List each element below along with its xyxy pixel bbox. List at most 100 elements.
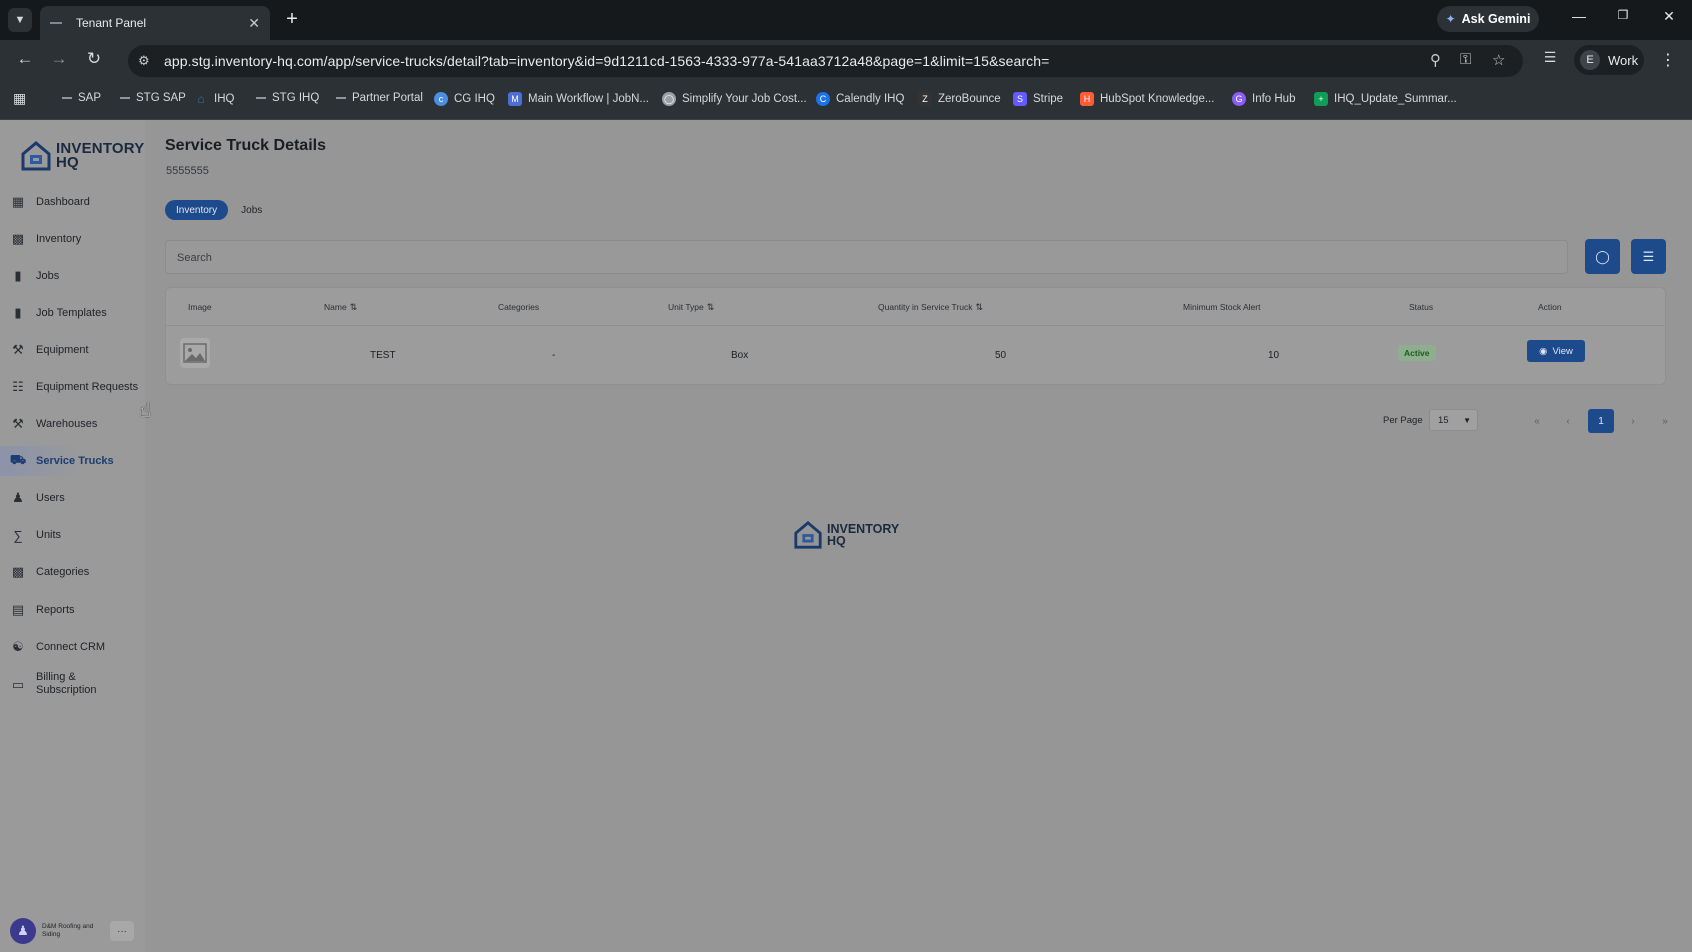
user-profile[interactable]: ♟ D&M Roofing and Siding ··· (10, 916, 135, 946)
sidebar-item-label: Equipment (36, 344, 89, 356)
detail-tabs: Inventory Jobs (165, 200, 273, 220)
bookmark-item[interactable]: C Calendly IHQ (816, 92, 904, 106)
media-controls-icon[interactable]: ☰ (1539, 49, 1561, 66)
sidebar: INVENTORY HQ ▦ Dashboard ▩ Inventory ▮ Jobs … (0, 120, 145, 952)
bookmark-item[interactable]: + IHQ_Update_Summar... (1314, 92, 1457, 106)
cell-unit-type: Box (731, 350, 749, 361)
image-placeholder-icon (180, 338, 210, 368)
column-header-quantity[interactable]: Quantity in Service Truck ⇅ (878, 302, 983, 313)
sort-icon[interactable]: ⇅ (707, 302, 715, 312)
sidebar-item-label: Connect CRM (36, 641, 106, 653)
column-header-name[interactable]: Name ⇅ (324, 302, 357, 313)
last-page-button[interactable]: » (1652, 409, 1678, 433)
sidebar-item-connect-crm[interactable]: ☯ Connect CRM (10, 632, 145, 662)
sidebar-item-equipment[interactable]: ⚒ Equipment (10, 335, 145, 365)
reports-icon: ▤ (11, 602, 25, 617)
bookmark-item[interactable]: c CG IHQ (434, 92, 495, 106)
bookmark-item[interactable]: ⌂ IHQ (194, 92, 234, 106)
per-page-select[interactable]: 15 ▼ (1429, 409, 1478, 431)
column-header-unit-type[interactable]: Unit Type ⇅ (668, 302, 714, 313)
profile-chip[interactable]: E Work (1574, 45, 1644, 75)
bookmark-star-icon[interactable]: ☆ (1492, 51, 1505, 69)
page-title: Service Truck Details (165, 137, 326, 154)
search-button[interactable]: ◯ (1585, 239, 1620, 274)
ask-gemini-button[interactable]: ✦ Ask Gemini (1437, 6, 1539, 32)
restore-icon[interactable]: ❐ (1611, 8, 1635, 22)
bookmark-item[interactable]: ◯ Simplify Your Job Cost... (662, 92, 807, 106)
app-window: INVENTORY HQ ▦ Dashboard ▩ Inventory ▮ Jobs … (0, 120, 1692, 952)
bookmark-item[interactable]: H HubSpot Knowledge... (1080, 92, 1214, 106)
sidebar-item-job-templates[interactable]: ▮ Job Templates (10, 298, 145, 328)
bookmark-favicon-icon (120, 97, 130, 99)
app-logo[interactable]: INVENTORY HQ (20, 140, 144, 172)
sidebar-item-service-trucks[interactable]: ⛟ Service Trucks (0, 446, 135, 476)
sidebar-item-jobs[interactable]: ▮ Jobs (10, 261, 145, 291)
column-header-min-stock: Minimum Stock Alert (1183, 302, 1261, 312)
status-badge: Active (1398, 345, 1436, 361)
profile-avatar: E (1580, 50, 1600, 70)
bookmark-item[interactable]: G Info Hub (1232, 92, 1295, 106)
hubspot-icon: H (1080, 92, 1094, 106)
prev-page-button[interactable]: ‹ (1555, 409, 1581, 433)
inventory-hq-logo-icon (794, 520, 822, 549)
filter-button[interactable]: ☰ (1631, 239, 1666, 274)
bookmark-item[interactable]: SAP (62, 92, 101, 104)
bookmark-label: Stripe (1033, 93, 1064, 105)
sidebar-item-billing[interactable]: ▭ Billing & Subscription (10, 667, 145, 701)
tab-inventory[interactable]: Inventory (165, 200, 229, 220)
forward-icon[interactable]: → (48, 49, 70, 69)
search-input[interactable]: Search (165, 240, 1568, 274)
address-bar[interactable]: ⚙ app.stg.inventory-hq.com/app/service-t… (128, 45, 1523, 77)
minimize-icon[interactable]: — (1567, 8, 1591, 24)
cell-categories: - (552, 350, 556, 361)
sidebar-item-units[interactable]: ∑ Units (10, 520, 145, 550)
first-page-button[interactable]: « (1524, 409, 1550, 433)
bookmark-label: IHQ (214, 93, 235, 105)
browser-menu-icon[interactable]: ⋮ (1660, 50, 1676, 70)
apps-grid-icon[interactable]: ▦ (13, 90, 26, 107)
password-key-icon[interactable]: ⚿ (1460, 51, 1471, 68)
bookmark-item[interactable]: M Main Workflow | JobN... (508, 92, 649, 106)
mouse-pointer-icon: ☝ (139, 400, 152, 422)
sheets-icon: + (1314, 92, 1328, 106)
next-page-button[interactable]: › (1620, 409, 1646, 433)
sidebar-item-users[interactable]: ♟ Users (10, 483, 145, 513)
user-more-button[interactable]: ··· (110, 921, 134, 941)
view-button[interactable]: ◉ View (1527, 340, 1585, 362)
url-text[interactable]: app.stg.inventory-hq.com/app/service-tru… (164, 53, 1049, 69)
bookmark-item[interactable]: S Stripe (1013, 92, 1063, 106)
column-header-label: Unit Type (668, 302, 704, 312)
bookmark-item[interactable]: Z ZeroBounce (918, 92, 1001, 106)
sidebar-item-equipment-requests[interactable]: ☷ Equipment Requests (10, 372, 145, 402)
sidebar-item-categories[interactable]: ▩ Categories (10, 557, 145, 587)
browser-tab[interactable]: Tenant Panel ✕ (40, 6, 270, 40)
tab-jobs[interactable]: Jobs (230, 200, 273, 220)
reload-icon[interactable]: ↻ (83, 49, 105, 69)
gemini-sparkle-icon: ✦ (1445, 12, 1456, 26)
new-tab-button[interactable]: + (280, 8, 304, 32)
tab-search-button[interactable]: ▼ (8, 8, 32, 32)
bookmarks-bar: ▦ SAP STG SAP ⌂ IHQ STG IHQ Partner Porta… (0, 80, 1692, 120)
sidebar-item-label: Units (36, 529, 62, 541)
close-icon[interactable]: ✕ (248, 15, 260, 32)
bookmark-item[interactable]: Partner Portal (336, 92, 423, 104)
sort-icon[interactable]: ⇅ (975, 302, 983, 312)
units-icon: ∑ (13, 527, 23, 543)
window-close-icon[interactable]: ✕ (1657, 8, 1681, 25)
site-settings-icon[interactable]: ⚙ (138, 53, 150, 69)
sidebar-item-warehouses[interactable]: ⚒ Warehouses (10, 409, 145, 439)
cell-min-stock: 10 (1268, 350, 1280, 361)
page-number-button[interactable]: 1 (1588, 409, 1614, 433)
sidebar-item-reports[interactable]: ▤ Reports (10, 595, 145, 625)
back-icon[interactable]: ← (14, 49, 36, 69)
bookmark-item[interactable]: STG SAP (120, 92, 186, 104)
bookmark-label: Main Workflow | JobN... (528, 93, 650, 105)
zoom-icon[interactable]: ⚲ (1430, 51, 1441, 69)
bookmark-item[interactable]: STG IHQ (256, 92, 319, 104)
sidebar-item-dashboard[interactable]: ▦ Dashboard (10, 187, 145, 217)
sidebar-item-inventory[interactable]: ▩ Inventory (10, 224, 145, 254)
crm-icon: ☯ (12, 639, 24, 654)
browser-toolbar: ← → ↻ ⚙ app.stg.inventory-hq.com/app/ser… (0, 40, 1692, 80)
sort-icon[interactable]: ⇅ (350, 302, 358, 312)
column-header-status: Status (1409, 302, 1434, 312)
